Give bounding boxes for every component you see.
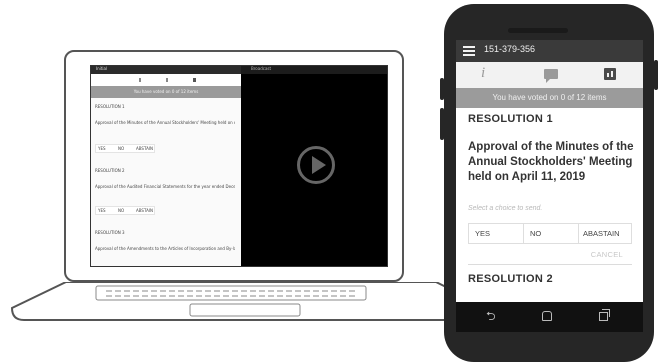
laptop-choice-no[interactable]: NO [118,146,124,151]
laptop-choice-abstain[interactable]: ABSTAIN [136,208,153,213]
bar-chart-icon [604,68,616,80]
laptop-chart-icon[interactable] [193,78,196,82]
laptop-resolution-label: RESOLUTION 1 [95,104,125,109]
laptop-voting-panel: Initial You have voted on 0 of 12 items … [91,66,241,266]
laptop-info-icon[interactable] [139,78,141,82]
play-icon[interactable] [297,146,335,184]
laptop-screen: Initial You have voted on 0 of 12 items … [90,65,388,267]
laptop-choice-yes[interactable]: YES [98,208,106,213]
android-nav-bar: ⮌ [456,302,643,332]
choice-no-button[interactable]: NO [524,224,579,243]
phone-screen: 151-379-356 i You have voted on 0 of 12 … [456,40,643,302]
laptop-video-panel: Broadcast [241,66,387,266]
laptop-base [10,282,490,321]
vote-status-banner: You have voted on 0 of 12 items [456,88,643,108]
laptop-choice-row[interactable]: YES NO ABSTAIN [95,206,155,215]
app-title: 151-379-356 [484,44,536,54]
laptop-choice-row[interactable]: YES NO ABSTAIN [95,144,155,153]
tab-bar: i [456,62,643,89]
cancel-button[interactable]: CANCEL [591,250,623,259]
resolution-label: RESOLUTION 1 [468,113,553,125]
home-icon[interactable] [542,311,552,321]
recent-apps-icon[interactable] [599,309,610,321]
back-icon[interactable]: ⮌ [486,310,496,322]
laptop-resolution-label: RESOLUTION 3 [95,230,125,235]
laptop-resolution-heading: Approval of the Audited Financial Statem… [95,184,235,189]
laptop-video-title-bar: Broadcast [241,66,387,74]
chat-icon [544,69,558,83]
divider [468,264,632,265]
laptop-choice-no[interactable]: NO [118,208,124,213]
tab-results[interactable] [580,62,642,88]
app-bar: 151-379-356 [456,40,643,62]
choice-hint: Select a choice to send. [468,205,543,212]
resolution-label: RESOLUTION 2 [468,273,553,285]
laptop-title-text: Initial [96,66,108,71]
hamburger-menu-icon[interactable] [463,46,475,56]
laptop-resolution-heading: Approval of the Amendments to the Articl… [95,246,235,251]
phone-speaker [508,28,568,33]
laptop-chat-icon[interactable] [166,78,168,82]
laptop-vote-banner: You have voted on 0 of 12 items [91,86,241,98]
laptop-title-bar: Initial [91,66,241,74]
tab-chat[interactable] [518,62,580,88]
laptop-resolution-label: RESOLUTION 2 [95,168,125,173]
laptop-video-title: Broadcast [251,66,272,71]
laptop-resolution-heading: Approval of the Minutes of the Annual St… [95,120,235,125]
info-icon: i [481,65,486,81]
laptop-choice-yes[interactable]: YES [98,146,106,151]
laptop-choice-abstain[interactable]: ABSTAIN [136,146,153,151]
choice-yes-button[interactable]: YES [469,224,524,243]
choice-group: YES NO ABASTAIN [468,223,632,244]
resolution-heading: Approval of the Minutes of the Annual St… [468,141,634,183]
choice-abstain-button[interactable]: ABASTAIN [579,224,631,243]
tab-info[interactable]: i [456,62,518,88]
phone-power-button [654,60,658,90]
